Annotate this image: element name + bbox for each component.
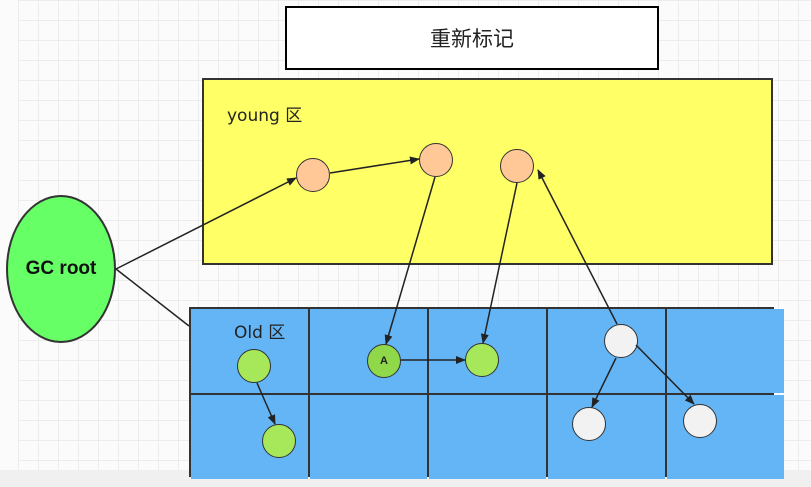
diagram-title: 重新标记 — [285, 6, 659, 70]
gc-root-node: GC root — [6, 195, 116, 343]
old-cell — [548, 395, 665, 479]
old-cell — [310, 309, 427, 393]
old-cell — [429, 395, 546, 479]
young-object-2 — [419, 143, 453, 177]
old-object-marked — [465, 343, 499, 377]
old-cell — [667, 309, 784, 393]
old-region-label: Old 区 — [234, 323, 286, 343]
old-object-marked — [237, 349, 271, 383]
young-region-label: young 区 — [227, 106, 303, 126]
young-object-3 — [500, 149, 534, 183]
old-cell — [310, 395, 427, 479]
old-object-unmarked — [604, 324, 638, 358]
edge-gcroot-to-old — [115, 268, 190, 327]
old-object-marked — [262, 424, 296, 458]
old-object-a: A — [367, 344, 401, 378]
old-object-unmarked — [683, 404, 717, 438]
young-object-1 — [296, 158, 330, 192]
old-object-unmarked — [572, 407, 606, 441]
old-cell — [667, 395, 784, 479]
